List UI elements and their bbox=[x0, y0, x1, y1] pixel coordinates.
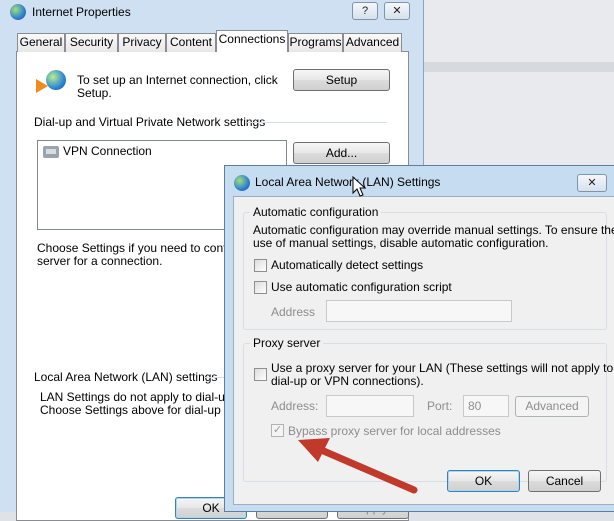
background-window bbox=[424, 0, 614, 165]
bypass-local-checkbox[interactable]: ✓ bbox=[271, 424, 284, 437]
tab-privacy[interactable]: Privacy bbox=[118, 33, 166, 52]
lan-description-line2: Choose Settings above for dial-up sett bbox=[40, 403, 244, 417]
proxy-address-input[interactable] bbox=[326, 395, 414, 417]
connection-wizard-icon bbox=[36, 70, 68, 100]
auto-detect-checkbox[interactable] bbox=[254, 259, 267, 272]
annotation-arrow bbox=[298, 438, 418, 494]
auto-detect-label[interactable]: Automatically detect settings bbox=[271, 259, 423, 272]
auto-config-description-line2: use of manual settings, disable automati… bbox=[253, 236, 549, 250]
proxy-address-label: Address: bbox=[271, 399, 319, 413]
title-bar: Internet Properties ? ✕ bbox=[0, 0, 424, 26]
dialup-group-label: Dial-up and Virtual Private Network sett… bbox=[34, 115, 266, 129]
proxy-port-input[interactable]: 80 bbox=[463, 395, 509, 417]
advanced-button[interactable]: Advanced bbox=[515, 396, 589, 417]
help-button[interactable]: ? bbox=[352, 2, 378, 20]
window-title: Internet Properties bbox=[32, 5, 131, 19]
setup-description-line2: Setup. bbox=[77, 86, 112, 100]
use-script-checkbox[interactable] bbox=[254, 281, 267, 294]
mouse-cursor-icon bbox=[352, 176, 366, 197]
script-address-label: Address bbox=[271, 305, 316, 319]
group-divider bbox=[204, 377, 224, 378]
tab-advanced[interactable]: Advanced bbox=[343, 33, 402, 52]
choose-settings-text-line2: server for a connection. bbox=[37, 254, 163, 268]
tab-content[interactable]: Content bbox=[166, 33, 216, 52]
vpn-icon bbox=[43, 146, 59, 158]
setup-button[interactable]: Setup bbox=[293, 69, 390, 91]
tab-general[interactable]: General bbox=[17, 33, 65, 52]
lan-cancel-button[interactable]: Cancel bbox=[528, 470, 601, 492]
use-proxy-label-line2[interactable]: dial-up or VPN connections). bbox=[271, 375, 424, 388]
lan-group-label: Local Area Network (LAN) settings bbox=[34, 370, 218, 384]
use-proxy-checkbox[interactable] bbox=[254, 368, 267, 381]
lan-ok-button[interactable]: OK bbox=[447, 470, 520, 492]
proxy-group-label: Proxy server bbox=[250, 337, 324, 350]
close-button[interactable]: ✕ bbox=[577, 174, 607, 192]
close-button[interactable]: ✕ bbox=[384, 2, 410, 20]
use-script-label[interactable]: Use automatic configuration script bbox=[271, 281, 452, 294]
add-button[interactable]: Add... bbox=[293, 142, 390, 164]
globe-icon bbox=[234, 175, 250, 191]
dialog-title: Local Area Network (LAN) Settings bbox=[255, 175, 441, 189]
script-address-input[interactable] bbox=[326, 300, 512, 322]
globe-icon bbox=[10, 4, 26, 20]
group-divider bbox=[247, 122, 387, 123]
list-item[interactable]: VPN Connection bbox=[63, 145, 152, 158]
proxy-port-label: Port: bbox=[427, 399, 453, 413]
tab-programs[interactable]: Programs bbox=[288, 33, 343, 52]
auto-config-label: Automatic configuration bbox=[250, 206, 382, 219]
tab-security[interactable]: Security bbox=[65, 33, 118, 52]
tab-connections[interactable]: Connections bbox=[216, 30, 288, 52]
